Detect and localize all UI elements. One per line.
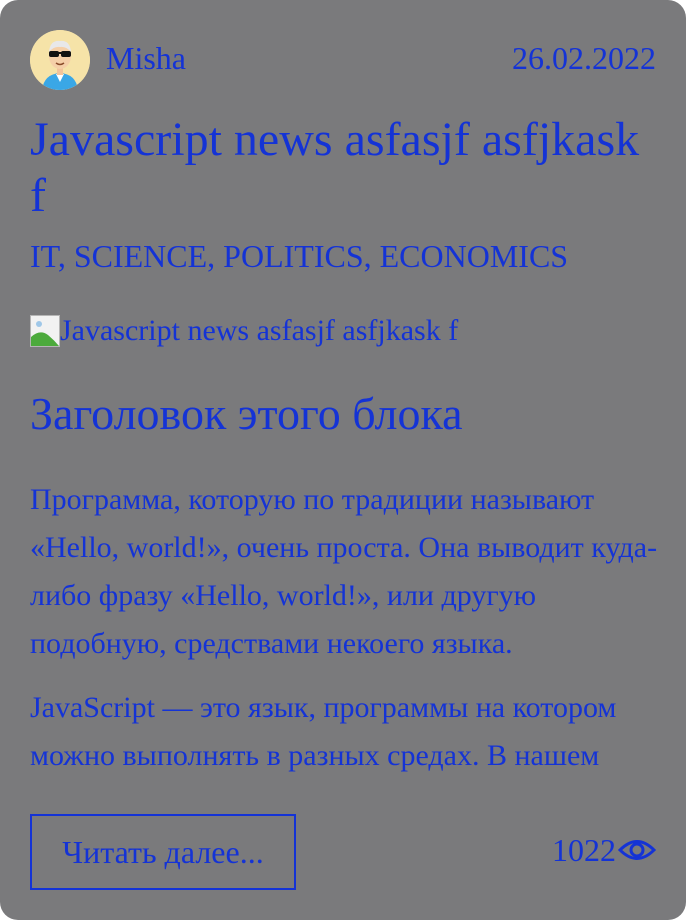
post-title[interactable]: Javascript news asfasjf asfjkask f <box>30 112 660 224</box>
image-alt-text: Javascript news asfasjf asfjkask f <box>60 314 459 347</box>
author-name[interactable]: Misha <box>106 38 186 78</box>
author-avatar[interactable] <box>30 30 90 90</box>
paragraph: Программа, которую по традиции называют … <box>30 483 658 660</box>
post-card: Misha 26.02.2022 Javascript news asfasjf… <box>0 0 686 920</box>
post-categories: IT, SCIENCE, POLITICS, ECONOMICS <box>30 238 569 274</box>
read-more-button[interactable]: Читать далее... <box>30 814 296 890</box>
avatar-image <box>30 30 90 90</box>
post-image: Javascript news asfasjf asfjkask f <box>30 311 458 351</box>
views-counter: 1022 <box>552 830 656 870</box>
paragraph: JavaScript — это язык, программы на кото… <box>30 691 617 772</box>
block-title: Заголовок этого блока <box>30 388 463 439</box>
views-count: 1022 <box>552 832 616 868</box>
eye-icon <box>618 840 656 860</box>
broken-image-icon <box>30 315 60 347</box>
post-excerpt: Программа, которую по традиции называют … <box>30 476 670 778</box>
post-date: 26.02.2022 <box>512 40 656 76</box>
